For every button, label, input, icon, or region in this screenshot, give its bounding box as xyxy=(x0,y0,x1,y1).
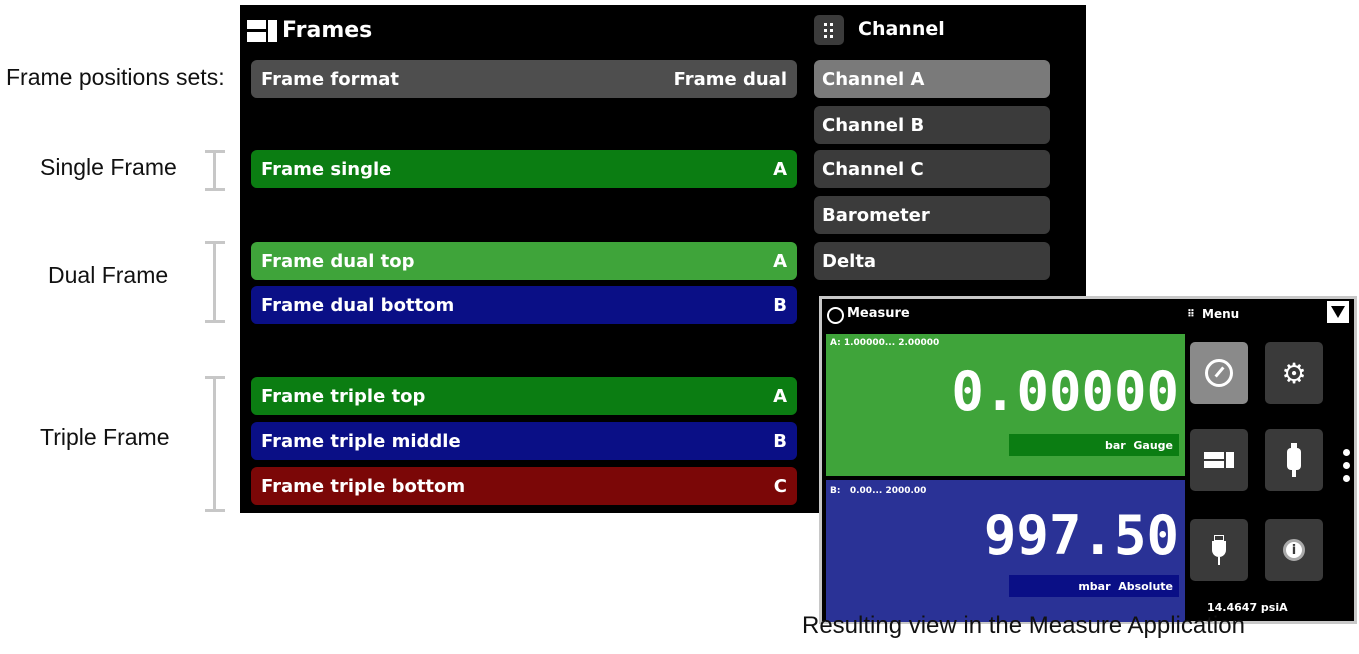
frames-title: Frames xyxy=(282,18,373,43)
row-value: B xyxy=(773,294,787,316)
frame-format-value: Frame dual xyxy=(673,68,787,90)
frame-triple-top-row[interactable]: Frame triple top A xyxy=(251,377,797,415)
channel-b-unit-bar[interactable]: mbar Absolute xyxy=(1009,575,1179,597)
info-icon: i xyxy=(1283,539,1305,561)
channel-c-item[interactable]: Channel C xyxy=(814,150,1050,188)
more-options-icon[interactable] xyxy=(1343,449,1351,489)
channel-a-panel[interactable]: A: 1.00000... 2.00000 0.00000 bar Gauge xyxy=(826,334,1185,476)
measure-gauge-tile[interactable] xyxy=(1190,342,1248,404)
menu-label[interactable]: Menu xyxy=(1202,307,1239,321)
gauge-dial-icon xyxy=(1205,359,1233,387)
row-label: Frame dual bottom xyxy=(261,294,455,316)
measure-title: Measure xyxy=(847,306,910,321)
delta-item[interactable]: Delta xyxy=(814,242,1050,280)
frames-tile[interactable] xyxy=(1190,429,1248,491)
caption: Resulting view in the Measure Applicatio… xyxy=(802,612,1245,639)
info-tile[interactable]: i xyxy=(1265,519,1323,581)
frame-triple-bottom-row[interactable]: Frame triple bottom C xyxy=(251,467,797,505)
gears-icon: ⚙ xyxy=(1281,356,1307,390)
barometer-item[interactable]: Barometer xyxy=(814,196,1050,234)
channel-b-value: 997.50 xyxy=(983,504,1179,567)
probe-icon xyxy=(1212,535,1226,565)
row-label: Frame dual top xyxy=(261,250,415,272)
frame-single-row[interactable]: Frame single A xyxy=(251,150,797,188)
channel-menu-icon[interactable] xyxy=(814,15,844,45)
channel-a-unit-bar[interactable]: bar Gauge xyxy=(1009,434,1179,456)
measure-screen: Measure ⠿ Menu A: 1.00000... 2.00000 0.0… xyxy=(819,296,1357,624)
channel-b-mode: Absolute xyxy=(1118,579,1173,593)
row-value: C xyxy=(773,475,787,497)
transducer-icon xyxy=(1287,443,1301,477)
settings-tile[interactable]: ⚙ xyxy=(1265,342,1323,404)
sensor-tile[interactable] xyxy=(1265,429,1323,491)
row-label: Frame triple bottom xyxy=(261,475,466,497)
channel-title: Channel xyxy=(858,18,945,40)
row-value: A xyxy=(773,158,787,180)
single-frame-label: Single Frame xyxy=(40,154,177,180)
channel-a-value: 0.00000 xyxy=(951,360,1179,423)
gauge-icon xyxy=(827,307,844,324)
frame-triple-middle-row[interactable]: Frame triple middle B xyxy=(251,422,797,460)
channel-b-panel[interactable]: B: 0.00... 2000.00 997.50 mbar Absolute xyxy=(826,480,1185,622)
frames-icon xyxy=(247,20,277,42)
row-label: Frame triple middle xyxy=(261,430,461,452)
triple-frame-label: Triple Frame xyxy=(40,424,170,450)
row-value: A xyxy=(773,250,787,272)
row-value: A xyxy=(773,385,787,407)
channel-b-item[interactable]: Channel B xyxy=(814,106,1050,144)
dual-frame-label: Dual Frame xyxy=(48,262,169,288)
probe-tile[interactable] xyxy=(1190,519,1248,581)
frames-layout-icon xyxy=(1204,452,1234,468)
channel-b-unit: mbar xyxy=(1078,579,1111,593)
frame-format-label: Frame format xyxy=(261,68,399,90)
channel-a-range: A: 1.00000... 2.00000 xyxy=(830,338,940,348)
dropdown-triangle-icon[interactable] xyxy=(1327,301,1349,323)
frame-dual-bottom-row[interactable]: Frame dual bottom B xyxy=(251,286,797,324)
row-label: Frame triple top xyxy=(261,385,426,407)
channel-a-mode: Gauge xyxy=(1133,438,1173,452)
frame-dual-top-row[interactable]: Frame dual top A xyxy=(251,242,797,280)
row-value: B xyxy=(773,430,787,452)
channel-b-range: B: 0.00... 2000.00 xyxy=(830,486,927,496)
row-label: Frame single xyxy=(261,158,392,180)
menu-icon[interactable]: ⠿ xyxy=(1187,309,1195,320)
frame-positions-label: Frame positions sets: xyxy=(6,64,225,90)
channel-a-unit: bar xyxy=(1104,438,1126,452)
channel-a-item[interactable]: Channel A xyxy=(814,60,1050,98)
frame-format-row[interactable]: Frame format Frame dual xyxy=(251,60,797,98)
